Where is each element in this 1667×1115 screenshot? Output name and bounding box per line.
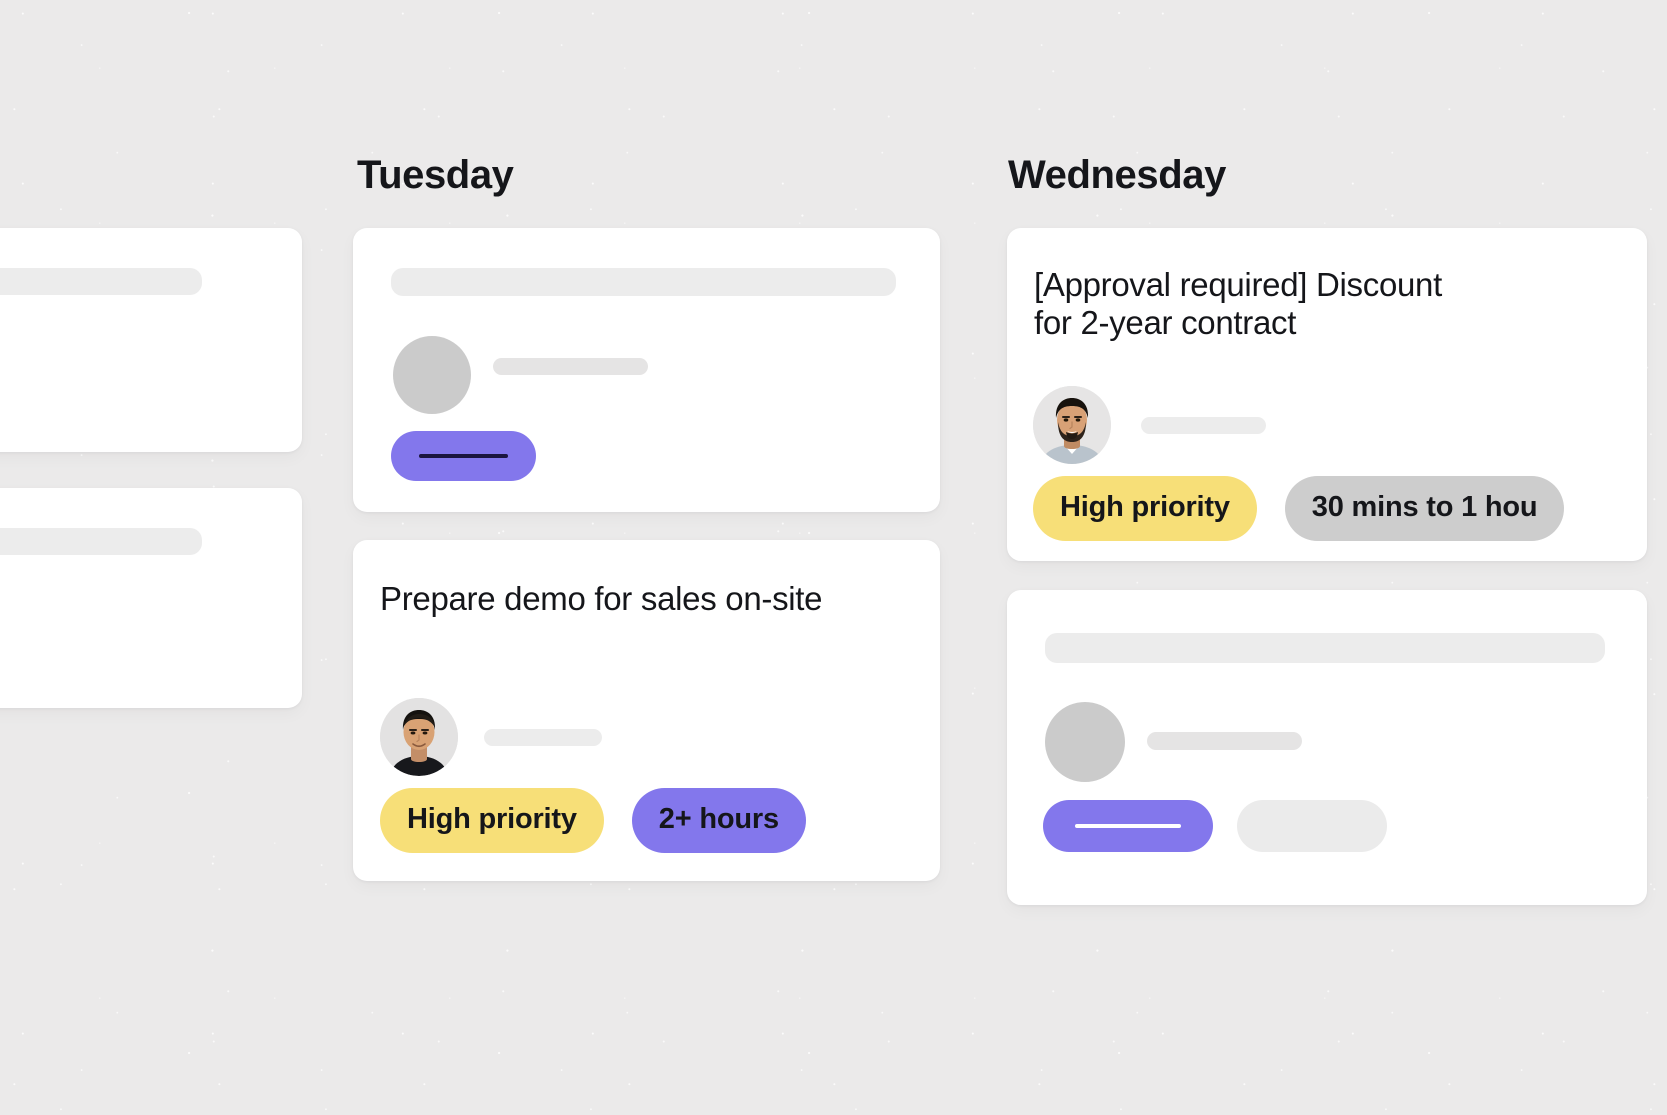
skeleton-title-bar	[391, 268, 896, 296]
skeleton-avatar	[393, 336, 471, 414]
skeleton-avatar	[1045, 702, 1125, 782]
skeleton-title-bar	[1045, 633, 1605, 663]
skeleton-title-bar	[0, 268, 202, 295]
status-badge-priority[interactable]: High priority	[1033, 476, 1257, 541]
skeleton-assignee-bar	[1147, 732, 1302, 750]
skeleton-secondary-badge[interactable]	[1237, 800, 1387, 852]
skeleton-assignee-bar	[493, 358, 648, 375]
task-card-title-line-2: for 2-year contract	[1034, 304, 1297, 342]
placeholder-card-left-bottom[interactable]	[0, 488, 302, 708]
placeholder-card-wednesday[interactable]	[1007, 590, 1647, 905]
placeholder-card-left-top[interactable]	[0, 228, 302, 452]
assignee-name-placeholder	[1141, 416, 1266, 434]
badge-row: High priority 2+ hours	[380, 788, 806, 853]
task-card-title-line-1: [Approval required] Discount	[1034, 266, 1442, 303]
skeleton-primary-button[interactable]	[1043, 800, 1213, 852]
avatar-asian-man-black-shirt[interactable]	[380, 698, 458, 776]
button-label-placeholder	[418, 454, 509, 458]
column-header-wednesday: Wednesday	[1008, 153, 1226, 197]
assignee-name-placeholder	[484, 728, 602, 746]
badge-row: High priority 30 mins to 1 hou	[1033, 476, 1565, 541]
button-label-placeholder	[1075, 824, 1181, 828]
status-badge-duration[interactable]: 30 mins to 1 hou	[1284, 476, 1565, 541]
task-card-title: [Approval required] Discount for 2-year …	[1034, 266, 1647, 343]
task-board: Tuesday Wednesday Prepare demo for sales…	[0, 0, 1667, 1115]
placeholder-card-tuesday[interactable]	[353, 228, 940, 512]
assignee-row	[1033, 386, 1266, 464]
task-card-approval-discount[interactable]: [Approval required] Discount for 2-year …	[1007, 228, 1647, 561]
status-badge-priority[interactable]: High priority	[380, 788, 604, 853]
skeleton-title-bar	[0, 528, 202, 555]
avatar-bearded-man-grey-shirt[interactable]	[1033, 386, 1111, 464]
assignee-row	[380, 698, 602, 776]
column-header-tuesday: Tuesday	[357, 153, 514, 197]
status-badge-duration[interactable]: 2+ hours	[631, 788, 806, 853]
task-card-title: Prepare demo for sales on-site	[380, 580, 823, 617]
task-card-prepare-demo[interactable]: Prepare demo for sales on-site High prio…	[353, 540, 940, 881]
skeleton-primary-button[interactable]	[391, 431, 536, 481]
